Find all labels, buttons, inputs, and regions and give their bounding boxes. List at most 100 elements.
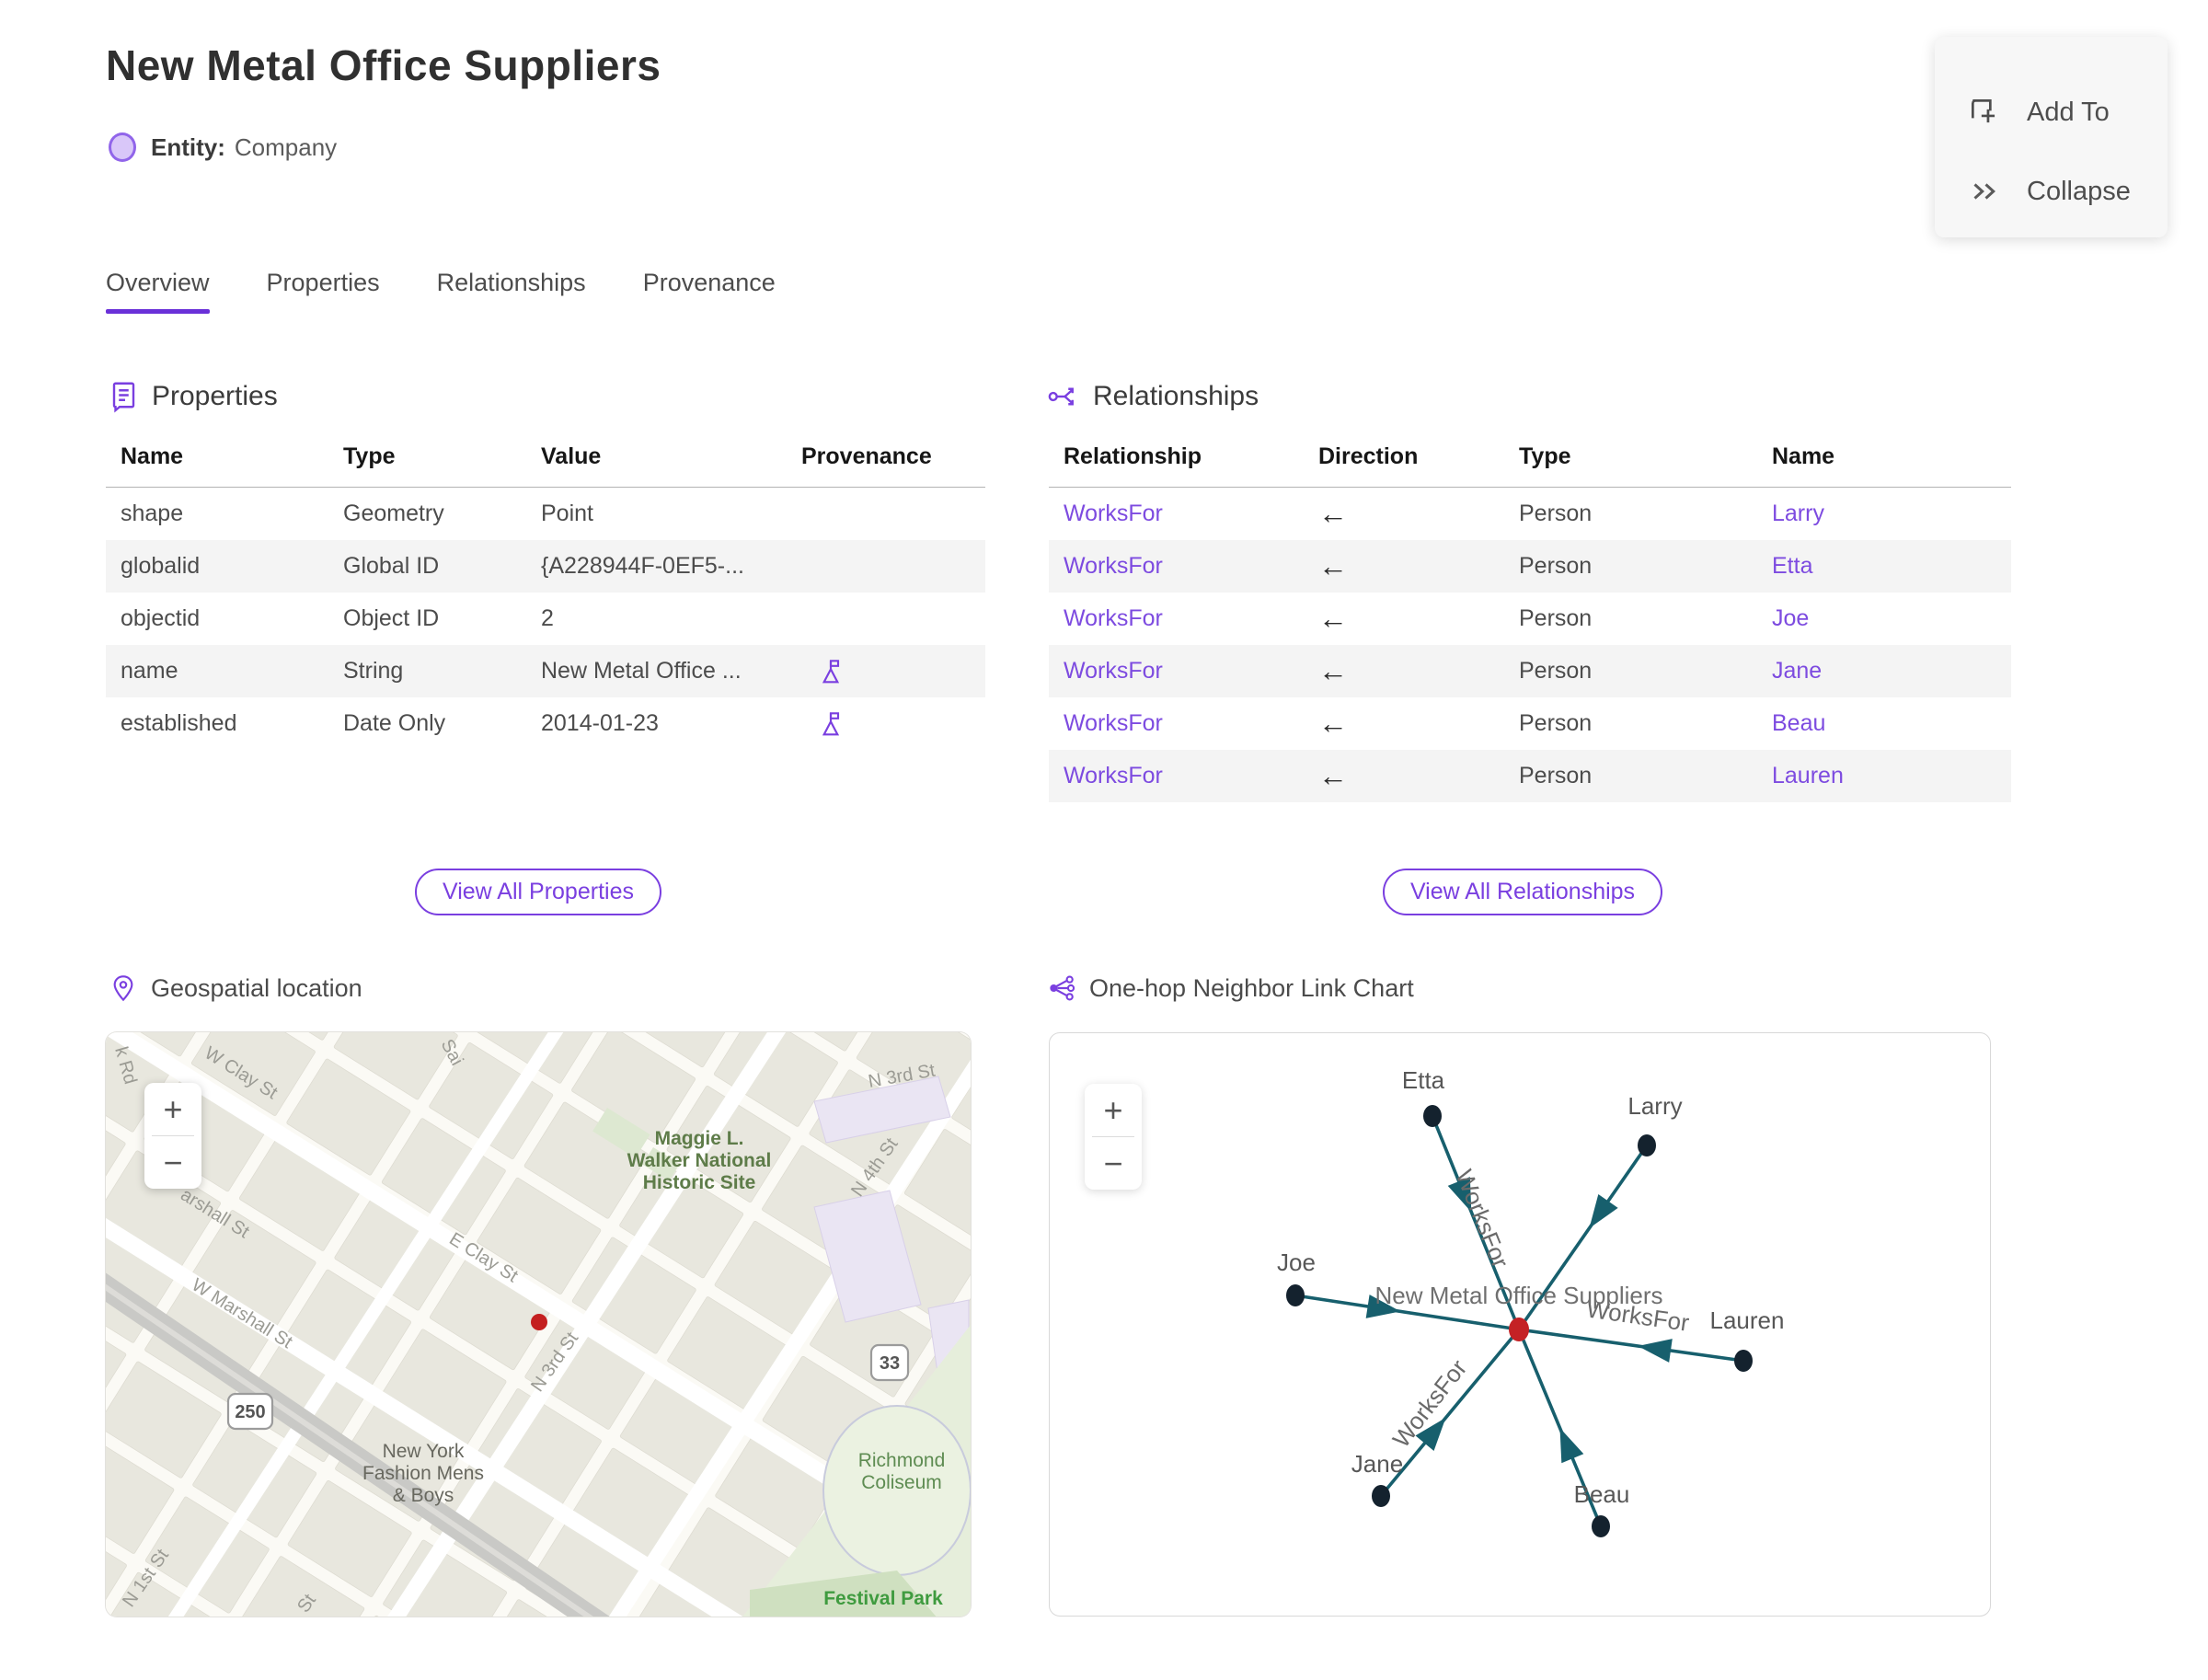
property-provenance-cell xyxy=(801,697,985,750)
property-name: name xyxy=(106,645,343,697)
relationship-type-link[interactable]: WorksFor xyxy=(1064,658,1163,684)
related-entity-link[interactable]: Etta xyxy=(1772,553,1812,579)
properties-icon xyxy=(106,380,139,413)
tab-overview[interactable]: Overview xyxy=(106,269,210,314)
chart-node[interactable] xyxy=(1372,1485,1390,1507)
add-to-button[interactable]: Add To xyxy=(1966,94,2110,131)
chart-zoom-out-button[interactable]: − xyxy=(1085,1137,1142,1190)
chart-node[interactable] xyxy=(1592,1515,1610,1537)
property-name: globalid xyxy=(106,540,343,593)
relationship-type-link[interactable]: WorksFor xyxy=(1064,501,1163,526)
relationship-row: WorksFor ← Person Beau xyxy=(1049,697,2011,750)
poi-label: Festival Park xyxy=(823,1588,943,1609)
link-chart-card: WorksFor WorksFor WorksFor Etta Larry Joe Laur… xyxy=(1049,1032,1991,1617)
map-canvas[interactable]: k Rd W Clay St Saiarshall StW Marshall StE… xyxy=(106,1032,971,1617)
tab-provenance[interactable]: Provenance xyxy=(643,269,776,314)
direction-arrow-icon: ← xyxy=(1318,654,1348,687)
related-entity-type: Person xyxy=(1519,645,1772,697)
property-value: New Metal Office ... xyxy=(541,645,801,697)
add-to-icon xyxy=(1966,94,2003,131)
relationship-cell: WorksFor xyxy=(1049,488,1318,541)
direction-cell: ← xyxy=(1318,645,1519,697)
tab-properties[interactable]: Properties xyxy=(267,269,380,314)
relationship-type-link[interactable]: WorksFor xyxy=(1064,553,1163,579)
svg-text:250: 250 xyxy=(235,1402,265,1422)
map-card: k Rd W Clay St Sai arshall St W Marshall St E… xyxy=(106,1032,971,1617)
view-all-relationships-wrap: View All Relationships xyxy=(1049,869,1996,915)
chart-center-node[interactable] xyxy=(1509,1318,1529,1341)
collapse-button[interactable]: Collapse xyxy=(1966,173,2131,210)
relationship-row: WorksFor ← Person Lauren xyxy=(1049,750,2011,802)
chart-edge-arrow xyxy=(1559,1428,1584,1464)
related-entity-link[interactable]: Joe xyxy=(1772,605,1809,631)
route-shield: 33 xyxy=(869,1343,910,1382)
relationships-section-title: Relationships xyxy=(1093,381,1259,411)
relationship-cell: WorksFor xyxy=(1049,697,1318,750)
property-name: established xyxy=(121,710,237,736)
related-name-cell: Joe xyxy=(1772,593,2011,645)
map-zoom-control: + − xyxy=(144,1083,201,1189)
direction-cell: ← xyxy=(1318,697,1519,750)
properties-col-header: Provenance xyxy=(801,432,985,488)
related-entity-link[interactable]: Beau xyxy=(1772,710,1825,736)
geospatial-section-title: Geospatial location xyxy=(151,973,362,1002)
direction-arrow-icon: ← xyxy=(1318,497,1348,530)
map-zoom-in-button[interactable]: + xyxy=(144,1083,201,1135)
relationship-row: WorksFor ← Person Larry xyxy=(1049,488,2011,541)
related-entity-link[interactable]: Lauren xyxy=(1772,763,1844,788)
link-chart-canvas[interactable]: WorksForWorksForWorksForEttaLarryJoeLaur… xyxy=(1050,1033,1990,1616)
chart-zoom-control: + − xyxy=(1085,1084,1142,1190)
view-all-properties-button[interactable]: View All Properties xyxy=(415,869,661,915)
property-type: Geometry xyxy=(343,501,444,526)
map-zoom-out-button[interactable]: − xyxy=(144,1136,201,1189)
entity-overview-page: New Metal Office Suppliers Entity: Compa… xyxy=(0,0,2208,1680)
chart-node[interactable] xyxy=(1423,1105,1442,1127)
property-row: name String New Metal Office ... xyxy=(106,645,985,697)
svg-text:33: 33 xyxy=(880,1353,900,1374)
relationship-type-link[interactable]: WorksFor xyxy=(1064,605,1163,631)
relationship-row: WorksFor ← Person Jane xyxy=(1049,645,2011,697)
direction-cell: ← xyxy=(1318,750,1519,802)
property-value: Point xyxy=(541,501,593,526)
properties-col-header: Name xyxy=(106,432,343,488)
chart-zoom-in-button[interactable]: + xyxy=(1085,1084,1142,1136)
related-entity-type: Person xyxy=(1519,605,1593,631)
related-name-cell: Etta xyxy=(1772,540,2011,593)
chart-node-label: Larry xyxy=(1627,1092,1682,1120)
view-all-relationships-button[interactable]: View All Relationships xyxy=(1382,869,1663,915)
chart-node[interactable] xyxy=(1734,1350,1753,1372)
property-provenance-cell xyxy=(801,645,985,697)
tab-relationships[interactable]: Relationships xyxy=(437,269,586,314)
properties-section-header: Properties xyxy=(106,380,278,413)
map-entity-marker[interactable] xyxy=(531,1314,547,1330)
geospatial-section-header: Geospatial location xyxy=(109,973,362,1003)
property-row: objectid Object ID 2 xyxy=(106,593,985,645)
related-name-cell: Lauren xyxy=(1772,750,2011,802)
entity-type-icon xyxy=(109,132,136,162)
property-type: Date Only xyxy=(343,710,446,736)
relationship-type-link[interactable]: WorksFor xyxy=(1064,763,1163,788)
linkchart-section-header: One-hop Neighbor Link Chart xyxy=(1047,973,1414,1003)
provenance-flag-icon[interactable] xyxy=(816,709,845,739)
map-pin-icon xyxy=(109,973,138,1003)
chart-node[interactable] xyxy=(1286,1284,1305,1306)
double-chevron-right-icon xyxy=(1966,173,2003,210)
relationships-icon xyxy=(1047,380,1080,413)
property-value: 2014-01-23 xyxy=(541,710,659,736)
direction-cell: ← xyxy=(1318,488,1519,541)
relationship-type-link[interactable]: WorksFor xyxy=(1064,710,1163,736)
collapse-label: Collapse xyxy=(2027,176,2131,206)
related-entity-link[interactable]: Jane xyxy=(1772,658,1822,684)
property-provenance-cell xyxy=(801,593,985,645)
provenance-flag-icon[interactable] xyxy=(816,657,845,686)
related-entity-link[interactable]: Larry xyxy=(1772,501,1824,526)
chart-node-label: Etta xyxy=(1402,1066,1445,1094)
related-name-cell: Beau xyxy=(1772,697,2011,750)
chart-edge-label: WorksFor xyxy=(1450,1166,1514,1272)
linkchart-section-title: One-hop Neighbor Link Chart xyxy=(1089,973,1414,1002)
direction-cell: ← xyxy=(1318,540,1519,593)
relationship-cell: WorksFor xyxy=(1049,750,1318,802)
chart-node[interactable] xyxy=(1638,1134,1656,1156)
direction-arrow-icon: ← xyxy=(1318,549,1348,582)
related-entity-type: Person xyxy=(1519,750,1772,802)
